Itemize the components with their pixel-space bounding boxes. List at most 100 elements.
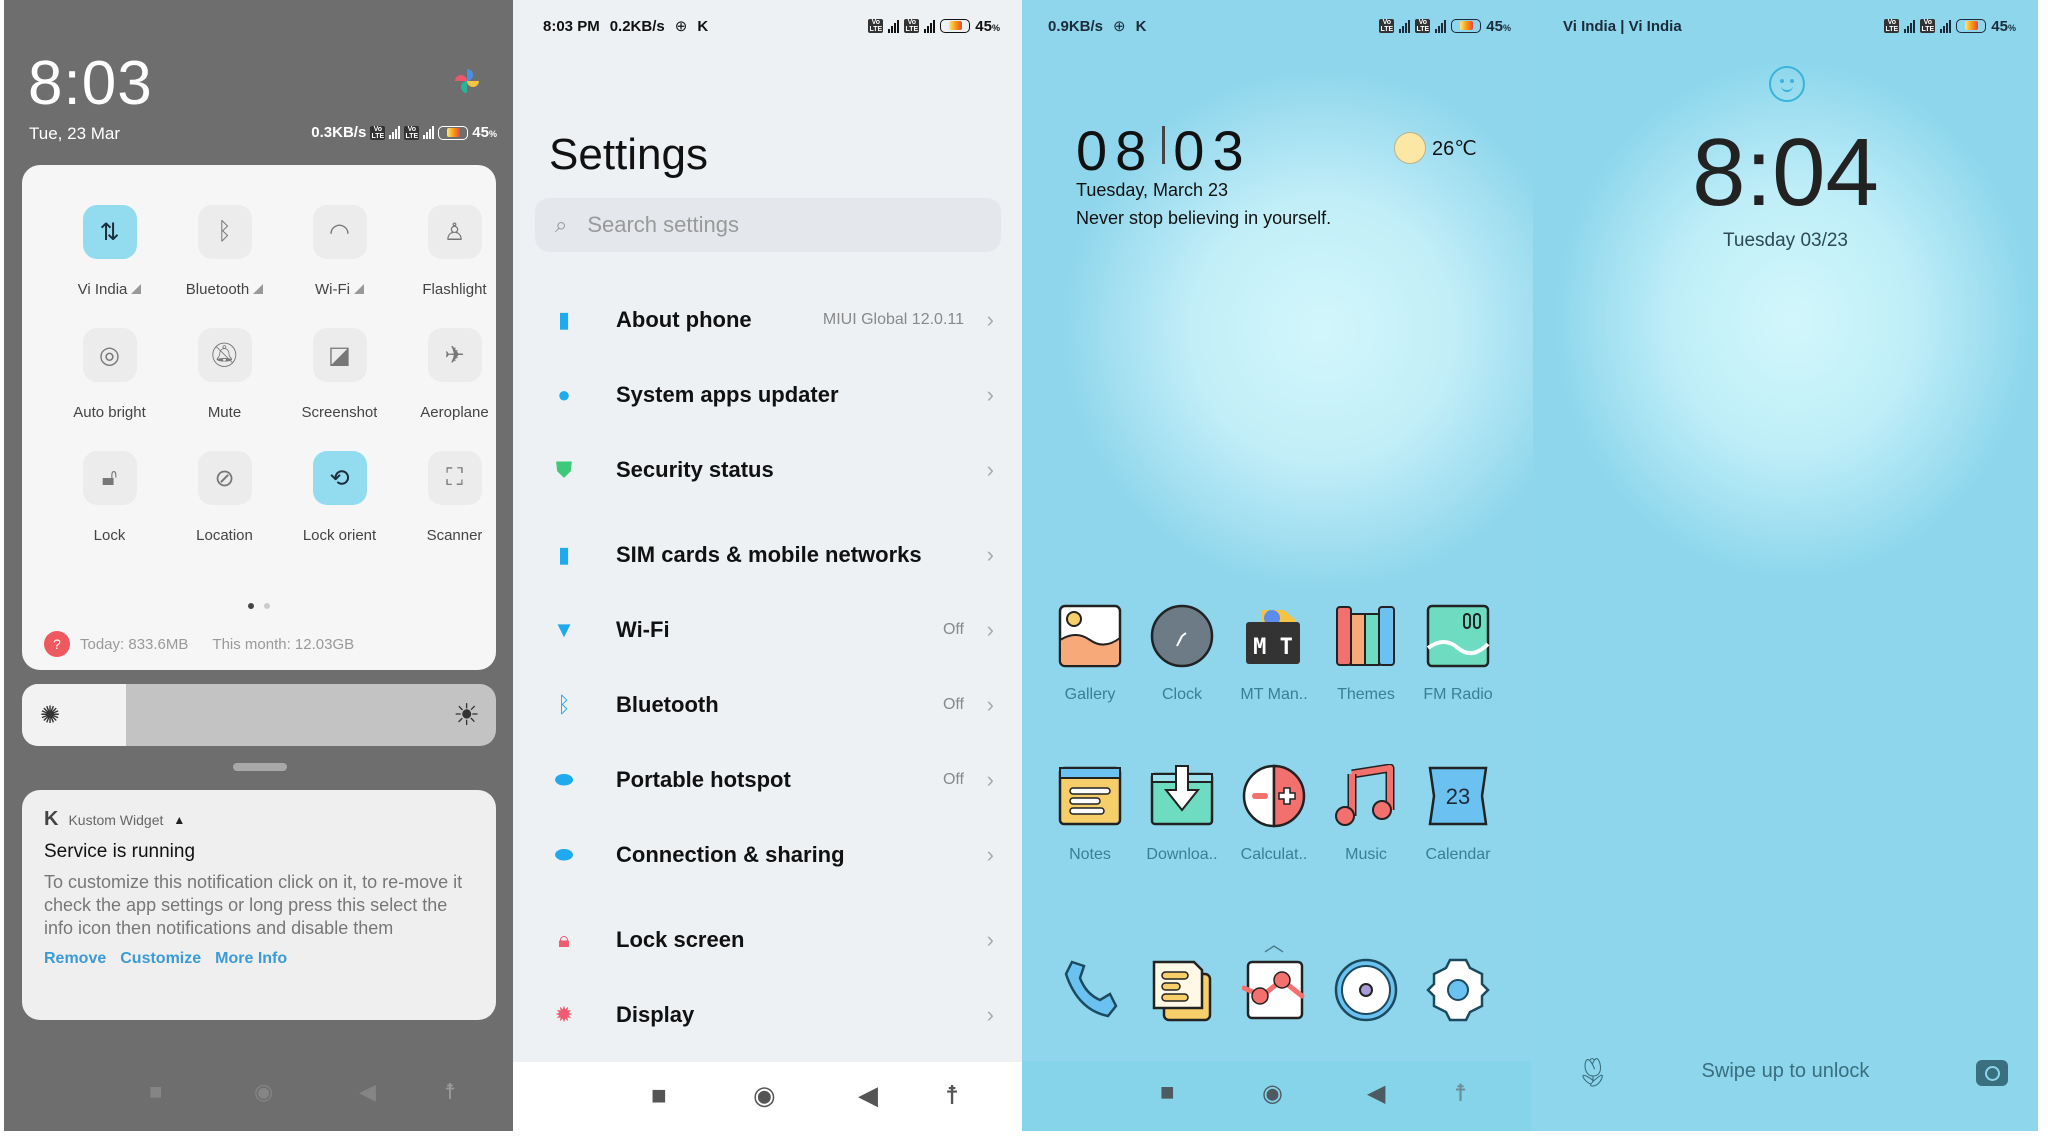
app-clock[interactable]: Clock xyxy=(1136,604,1228,704)
smiley-icon xyxy=(1769,66,1805,102)
recents-icon[interactable]: ■ xyxy=(1160,1079,1175,1107)
kustom-icon: K xyxy=(697,17,709,35)
toggle-mute[interactable]: 🔕︎ Mute xyxy=(167,328,282,421)
wifi-icon: ▼ xyxy=(553,617,575,642)
settings-item-system-apps-updater[interactable]: ● System apps updater › xyxy=(513,365,1022,425)
settings-item-lock-screen[interactable]: 🔒︎ Lock screen › xyxy=(513,910,1022,970)
toggle-auto-bright[interactable]: ◎ Auto bright xyxy=(52,328,167,421)
app-calculator[interactable]: Calculat.. xyxy=(1228,764,1320,864)
clock-hours: 08 xyxy=(1076,119,1155,182)
status-bar: 0.9KB/s ⊕ K Vo LTE Vo LTE 45% xyxy=(1048,17,1511,36)
home-icon[interactable]: ◉ xyxy=(1262,1079,1283,1108)
camera-shortcut-icon[interactable] xyxy=(1976,1060,2008,1086)
battery-icon xyxy=(438,125,469,140)
weather-widget[interactable]: 26℃ xyxy=(1394,132,1477,164)
signal-icon xyxy=(1940,19,1952,33)
browser-icon[interactable] xyxy=(1242,958,1306,1022)
toggle-lock-orient[interactable]: ⟲ Lock orient xyxy=(282,451,397,544)
settings-icon[interactable] xyxy=(1426,958,1490,1022)
expand-corner-icon xyxy=(353,284,364,294)
data-usage[interactable]: ? Today: 833.6MB This month: 12.03GB xyxy=(44,631,354,657)
volte-icon: Vo LTE xyxy=(370,125,386,140)
app-fm-radio[interactable]: FM Radio xyxy=(1412,604,1504,704)
themes-icon xyxy=(1336,606,1395,666)
accessibility-icon[interactable]: ☨ xyxy=(945,1080,959,1111)
phone-icon[interactable] xyxy=(1058,958,1122,1022)
drag-handle[interactable] xyxy=(233,763,287,771)
google-photos-icon[interactable] xyxy=(452,66,482,96)
home-icon[interactable]: ◉ xyxy=(753,1080,776,1111)
settings-item-label: Wi-Fi xyxy=(616,617,670,642)
app-music[interactable]: Music xyxy=(1320,764,1412,864)
unlock-hint[interactable]: Swipe up to unlock xyxy=(1533,1060,2038,1083)
svg-text:M T: M T xyxy=(1253,635,1293,660)
settings-item-about-phone[interactable]: ▮ About phone MIUI Global 12.0.11 › xyxy=(513,290,1022,350)
recents-icon[interactable]: ■ xyxy=(149,1079,162,1105)
aeroplane-icon: ✈ xyxy=(427,328,482,382)
page-dot[interactable] xyxy=(248,603,254,609)
toggle-aeroplane[interactable]: ✈ Aeroplane xyxy=(397,328,512,421)
toggle-vi-india[interactable]: ⇅ Vi India xyxy=(52,205,167,298)
expand-corner-icon xyxy=(131,284,142,294)
settings-item-label: Connection & sharing xyxy=(616,842,845,867)
settings-item-portable-hotspot[interactable]: ⬬ Portable hotspot Off › xyxy=(513,750,1022,810)
home-icon[interactable]: ◉ xyxy=(254,1079,273,1105)
toggle-flashlight[interactable]: ♙ Flashlight xyxy=(397,205,512,298)
auto-brightness-icon: ◎ xyxy=(82,328,137,382)
settings-item-display[interactable]: ✹ Display › xyxy=(513,985,1022,1045)
signal-icon xyxy=(389,126,401,139)
settings-item-value: MIUI Global 12.0.11 xyxy=(822,311,964,328)
accessibility-icon[interactable]: ☨ xyxy=(1454,1079,1467,1108)
app-downloads[interactable]: Downloa.. xyxy=(1136,764,1228,864)
quick-settings-card: ⇅ Vi India ᛒ Bluetooth ◠ Wi-Fi ♙ Flashlight ◎ Aut… xyxy=(22,165,496,670)
mobile-data-icon: ⇅ xyxy=(82,205,137,259)
app-mt-manager[interactable]: M T MT Man.. xyxy=(1228,604,1320,704)
brightness-slider[interactable]: ✺ ☀ xyxy=(22,684,496,746)
app-calendar[interactable]: 23 Calendar xyxy=(1412,764,1504,864)
signal-icon xyxy=(1399,19,1411,33)
search-icon: ⌕ xyxy=(555,212,568,237)
settings-item-connection-sharing[interactable]: ⬬ Connection & sharing › xyxy=(513,825,1022,885)
camera-icon[interactable] xyxy=(1334,958,1398,1022)
volte-icon: Vo LTE xyxy=(1379,19,1395,33)
more-info-button[interactable]: More Info xyxy=(215,950,287,968)
search-input[interactable]: ⌕ Search settings xyxy=(535,198,1001,252)
notification-app: Kustom Widget xyxy=(68,811,164,828)
chevron-up-icon[interactable]: ▲ xyxy=(173,813,185,827)
add-location-icon: ⊕ xyxy=(674,18,688,35)
nav-bar: ■ ◉ ◀ ☨ xyxy=(513,1062,1022,1131)
settings-item-label: About phone xyxy=(616,307,752,332)
toggle-wi-fi[interactable]: ◠ Wi-Fi xyxy=(282,205,397,298)
toggle-location[interactable]: ⊘ Location xyxy=(167,451,282,544)
kustom-icon: K xyxy=(44,808,59,830)
clock-widget[interactable]: 08 03 xyxy=(1076,118,1252,183)
kustom-icon: K xyxy=(1135,17,1147,35)
back-icon[interactable]: ◀ xyxy=(359,1079,376,1105)
app-notes[interactable]: Notes xyxy=(1044,764,1136,864)
remove-button[interactable]: Remove xyxy=(44,950,106,968)
usage-today: Today: 833.6MB xyxy=(80,635,189,653)
toggle-label: Vi India xyxy=(77,281,128,298)
toggle-lock[interactable]: 🔓︎ Lock xyxy=(52,451,167,544)
app-themes[interactable]: Themes xyxy=(1320,604,1412,704)
messages-icon[interactable] xyxy=(1150,958,1214,1022)
screenshot-icon: ◪ xyxy=(312,328,367,382)
settings-item-sim-cards-mobile-networks[interactable]: ▮ SIM cards & mobile networks › xyxy=(513,525,1022,585)
chevron-up-icon[interactable]: ︿ xyxy=(1264,928,1284,957)
toggle-screenshot[interactable]: ◪ Screenshot xyxy=(282,328,397,421)
notification-card[interactable]: K Kustom Widget ▲ Service is running To … xyxy=(22,790,496,1020)
clock-icon xyxy=(1150,604,1214,668)
toggle-bluetooth[interactable]: ᛒ Bluetooth xyxy=(167,205,282,298)
page-dot[interactable] xyxy=(264,603,270,609)
settings-item-wi-fi[interactable]: ▼ Wi-Fi Off › xyxy=(513,600,1022,660)
accessibility-icon[interactable]: ☨ xyxy=(444,1079,456,1105)
recents-icon[interactable]: ■ xyxy=(651,1080,667,1111)
back-icon[interactable]: ◀ xyxy=(1367,1079,1385,1108)
app-gallery[interactable]: Gallery xyxy=(1044,604,1136,704)
customize-button[interactable]: Customize xyxy=(120,950,201,968)
toggle-scanner[interactable]: ⛶ Scanner xyxy=(397,451,512,544)
settings-item-security-status[interactable]: ⛊ Security status › xyxy=(513,440,1022,500)
battery-icon xyxy=(940,19,971,33)
back-icon[interactable]: ◀ xyxy=(858,1080,878,1111)
settings-item-bluetooth[interactable]: ᛒ Bluetooth Off › xyxy=(513,675,1022,735)
